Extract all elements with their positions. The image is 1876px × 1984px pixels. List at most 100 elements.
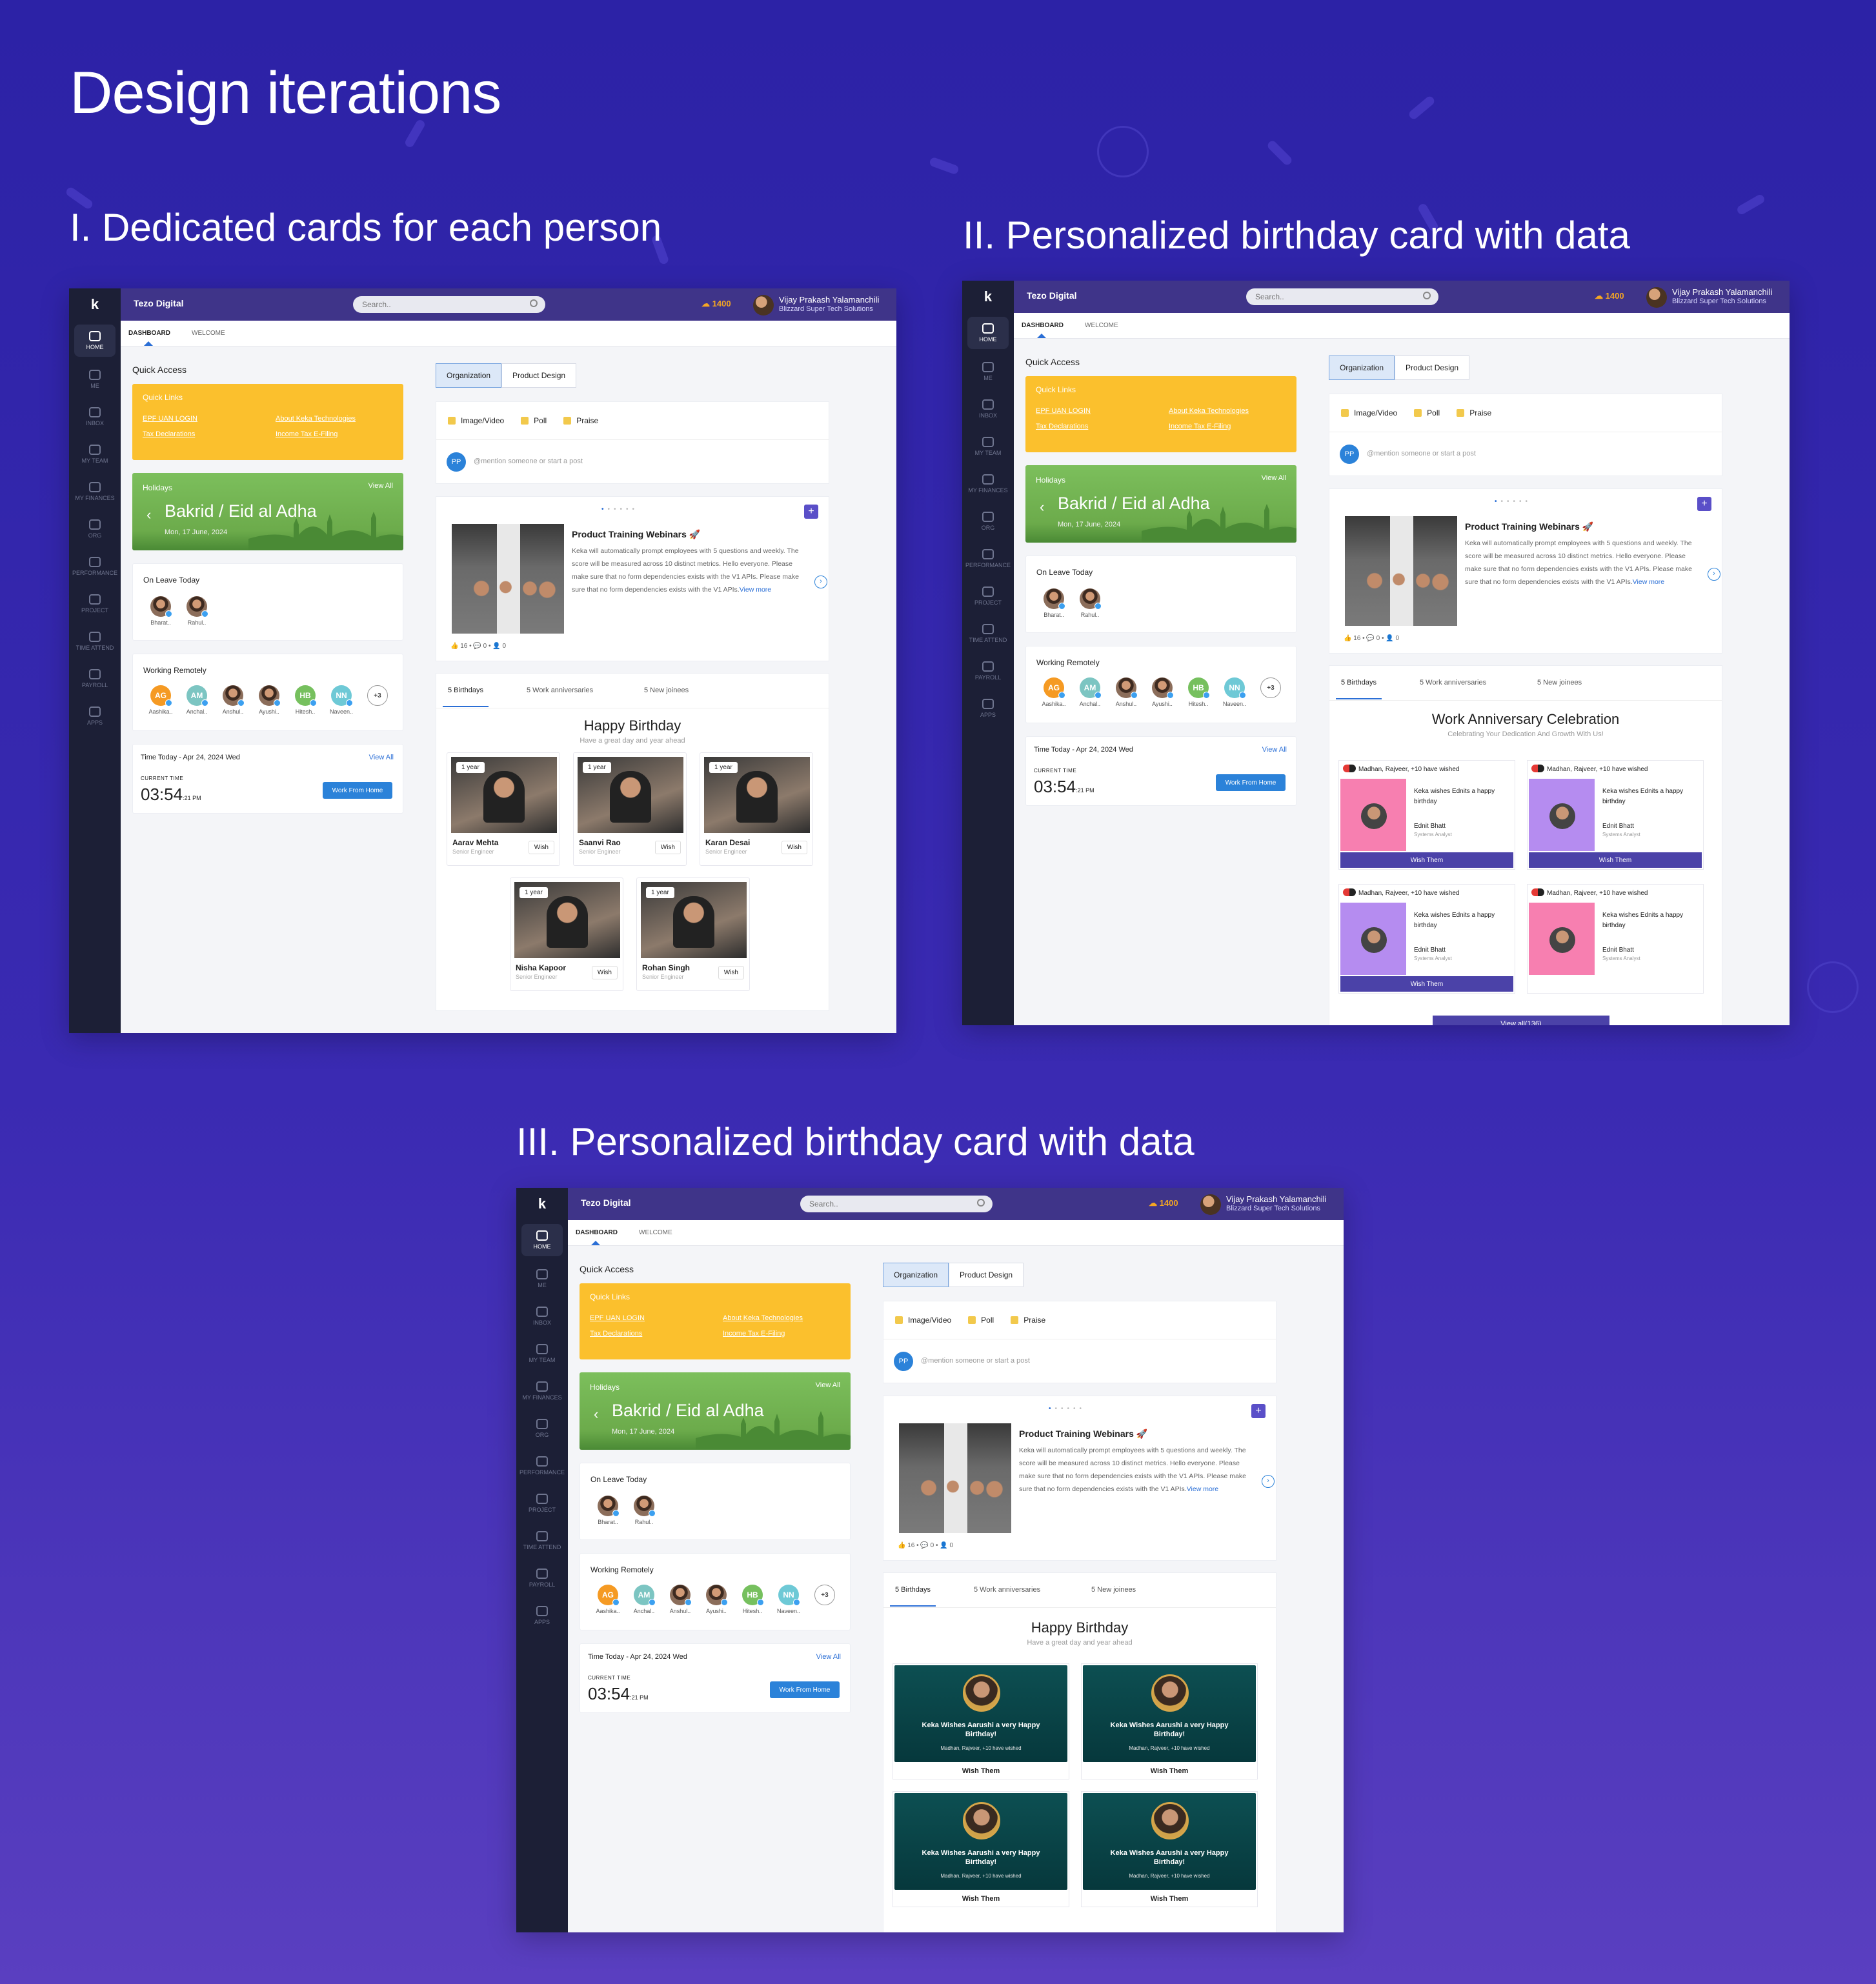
search-input[interactable]: Search.. [353,296,545,313]
chevron-right-icon[interactable]: › [1708,568,1720,581]
view-more-link[interactable]: View more [1633,578,1664,586]
remote-person[interactable]: Anshul.. [218,685,248,715]
user-avatar[interactable] [753,295,774,316]
remote-person[interactable]: Anshul.. [665,1585,695,1614]
tab-birthdays[interactable]: 5 Birthdays [889,1586,936,1607]
sidebar-item[interactable]: PROJECT [69,585,121,623]
seg-product-design[interactable]: Product Design [949,1263,1024,1287]
wish-them-button[interactable]: Wish Them [1529,852,1702,868]
sidebar-item[interactable]: HOME [521,1224,563,1256]
tab-new-joinees[interactable]: 5 New joinees [1537,679,1582,686]
wish-button[interactable]: Wish [528,841,554,854]
wish-them-button[interactable]: Wish Them [893,1767,1069,1775]
carousel-dots[interactable]: •••••• [1495,498,1531,505]
view-more-link[interactable]: View more [1187,1485,1218,1493]
link-income-tax[interactable]: Income Tax E-Filing [1169,423,1231,430]
sidebar-item[interactable]: TIME ATTEND [69,623,121,660]
link-tax[interactable]: Tax Declarations [143,430,195,438]
time-view-all[interactable]: View All [816,1653,841,1661]
sidebar-item[interactable]: ORG [516,1410,568,1447]
sidebar-item[interactable]: PERFORMANCE [516,1447,568,1485]
sidebar-item[interactable]: MY FINANCES [69,473,121,510]
org-switcher[interactable]: Tezo Digital [134,298,184,308]
holidays-view-all[interactable]: View All [816,1381,840,1389]
image-video-button[interactable]: Image/Video [895,1316,951,1325]
add-icon[interactable]: + [1697,497,1711,511]
sidebar-item[interactable]: HOME [74,325,116,357]
tab-anniversaries[interactable]: 5 Work anniversaries [974,1586,1040,1594]
time-view-all[interactable]: View All [1262,746,1287,754]
remote-person[interactable]: Anshul.. [1111,677,1141,707]
time-view-all[interactable]: View All [369,754,394,761]
user-avatar[interactable] [1200,1194,1221,1215]
seg-product-design[interactable]: Product Design [1395,356,1470,380]
poll-button[interactable]: Poll [521,416,547,425]
sidebar-item[interactable]: INBOX [962,390,1014,428]
remote-person[interactable]: HB Hitesh.. [290,685,320,715]
tab-birthdays[interactable]: 5 Birthdays [1335,679,1382,699]
sidebar-item[interactable]: APPS [962,690,1014,727]
org-switcher[interactable]: Tezo Digital [1027,290,1077,301]
sidebar-item[interactable]: PROJECT [962,577,1014,615]
tab-anniversaries[interactable]: 5 Work anniversaries [1420,679,1486,686]
seg-organization[interactable]: Organization [1329,356,1395,380]
sidebar-item[interactable]: MY FINANCES [516,1372,568,1410]
remote-person[interactable]: AM Anchal.. [182,685,212,715]
sidebar-item[interactable]: PERFORMANCE [69,548,121,585]
remote-person[interactable]: HB Hitesh.. [738,1585,767,1614]
post-input[interactable]: @mention someone or start a post [474,457,583,465]
coins-badge[interactable]: ☁ 1400 [1595,291,1624,301]
user-info[interactable]: Vijay Prakash Yalamanchili Blizzard Super… [779,295,879,314]
search-input[interactable]: Search.. [1246,288,1438,305]
leave-person[interactable]: Rahul.. [1075,588,1105,618]
post-input[interactable]: @mention someone or start a post [1367,450,1476,457]
work-from-home-button[interactable]: Work From Home [770,1681,840,1698]
sidebar-item[interactable]: ORG [69,510,121,548]
link-epf[interactable]: EPF UAN LOGIN [1036,407,1091,415]
praise-button[interactable]: Praise [1011,1316,1045,1325]
poll-button[interactable]: Poll [1414,408,1440,417]
tab-welcome[interactable]: WELCOME [639,1229,672,1236]
link-tax[interactable]: Tax Declarations [590,1330,642,1338]
remote-person[interactable]: HB Hitesh.. [1184,677,1213,707]
tab-welcome[interactable]: WELCOME [1085,322,1118,329]
sidebar-item[interactable]: TIME ATTEND [962,615,1014,652]
link-epf[interactable]: EPF UAN LOGIN [590,1314,645,1322]
wish-them-button[interactable]: Wish Them [1340,852,1513,868]
chevron-left-icon[interactable]: ‹ [146,506,151,523]
sidebar-item[interactable]: PROJECT [516,1485,568,1522]
holidays-view-all[interactable]: View All [1262,474,1286,482]
sidebar-item[interactable]: MY TEAM [962,428,1014,465]
leave-person[interactable]: Bharat.. [146,596,176,626]
link-about[interactable]: About Keka Technologies [1169,407,1249,415]
chevron-left-icon[interactable]: ‹ [594,1406,598,1423]
sidebar-item[interactable]: PERFORMANCE [962,540,1014,577]
link-tax[interactable]: Tax Declarations [1036,423,1088,430]
coins-badge[interactable]: ☁ 1400 [701,299,731,309]
image-video-button[interactable]: Image/Video [448,416,504,425]
praise-button[interactable]: Praise [1457,408,1491,417]
remote-more[interactable]: +3 [1256,677,1286,701]
seg-product-design[interactable]: Product Design [501,363,577,388]
tab-welcome[interactable]: WELCOME [192,330,225,337]
link-about[interactable]: About Keka Technologies [723,1314,803,1322]
tab-new-joinees[interactable]: 5 New joinees [1091,1586,1136,1594]
wish-button[interactable]: Wish [781,841,807,854]
link-income-tax[interactable]: Income Tax E-Filing [276,430,338,438]
carousel-dots[interactable]: •••••• [1049,1405,1085,1412]
remote-person[interactable]: NN Naveen.. [327,685,356,715]
wish-them-button[interactable]: Wish Them [1082,1895,1257,1903]
link-epf[interactable]: EPF UAN LOGIN [143,415,197,423]
holidays-view-all[interactable]: View All [368,482,393,490]
user-info[interactable]: Vijay Prakash Yalamanchili Blizzard Super… [1226,1194,1326,1214]
link-about[interactable]: About Keka Technologies [276,415,356,423]
post-input[interactable]: @mention someone or start a post [921,1357,1030,1365]
leave-person[interactable]: Rahul.. [629,1496,659,1525]
remote-person[interactable]: Ayushi.. [1147,677,1177,707]
wish-them-button[interactable]: Wish Them [1082,1767,1257,1775]
wish-them-button[interactable]: Wish Them [1340,976,1513,992]
sidebar-item[interactable]: ORG [962,503,1014,540]
sidebar-item[interactable]: PAYROLL [516,1559,568,1597]
praise-button[interactable]: Praise [563,416,598,425]
view-all-button[interactable]: View all(136) [1433,1016,1609,1025]
